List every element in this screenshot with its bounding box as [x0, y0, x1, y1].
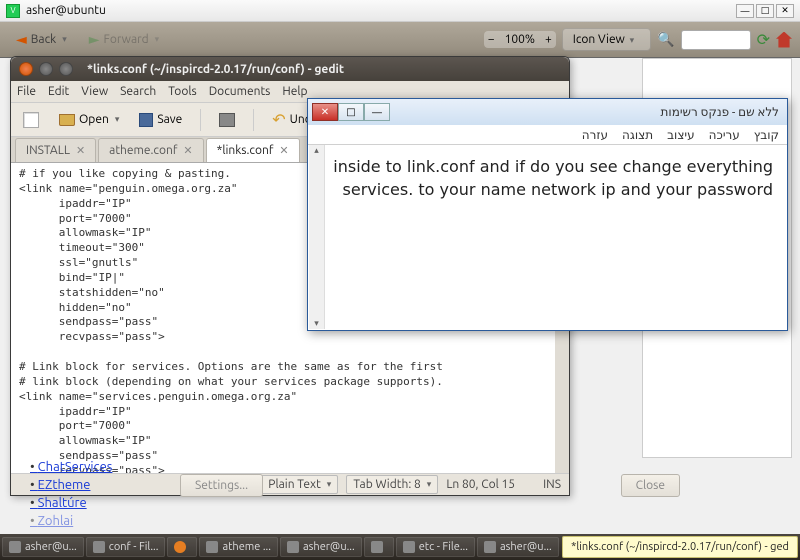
notepad-close-button[interactable]: ✕ [312, 103, 338, 121]
notepad-window: ללא שם - פנקס רשימות ✕ □ — קובץ עריכה עי… [307, 98, 788, 331]
taskbar: asher@u... conf - Fil... atheme ... ashe… [0, 534, 800, 560]
vnc-logo-icon: V [6, 4, 20, 18]
taskbar-item[interactable] [167, 537, 197, 557]
file-manager-toolbar: ◄Back▾ ►Forward▾ −100%+ Icon View ▾ 🔍 ⟳ [0, 22, 800, 58]
home-icon[interactable] [776, 32, 792, 48]
search-input[interactable] [681, 30, 751, 50]
taskbar-item[interactable]: asher@u... [2, 537, 84, 557]
menu-documents[interactable]: Documents [209, 85, 271, 98]
folder-open-icon [59, 114, 75, 126]
search-icon[interactable]: 🔍 [657, 31, 674, 48]
np-menu-edit[interactable]: עריכה [709, 128, 740, 142]
notepad-textarea[interactable]: inside to link.conf and if do you see ch… [308, 145, 787, 330]
taskbar-item[interactable]: etc - File... [396, 537, 475, 557]
vnc-minimize-button[interactable]: — [736, 4, 754, 18]
np-menu-file[interactable]: קובץ [754, 128, 779, 142]
notepad-scrollbar[interactable] [309, 145, 325, 329]
notepad-titlebar[interactable]: ללא שם - פנקס רשימות ✕ □ — [308, 99, 787, 125]
terminal-icon [287, 541, 299, 553]
save-button[interactable]: Save [133, 110, 188, 130]
tab-install[interactable]: INSTALL✕ [15, 138, 96, 162]
terminal-icon [9, 541, 21, 553]
new-file-icon [23, 112, 39, 128]
link-shalture[interactable]: Shaltúre [30, 496, 112, 510]
firefox-icon [174, 541, 186, 553]
link-chatservices[interactable]: ChatServices [30, 460, 112, 474]
menu-view[interactable]: View [81, 85, 108, 98]
dialog-buttons: Settings... Close [180, 474, 680, 497]
close-icon[interactable]: ✕ [76, 144, 85, 157]
folder-icon [93, 541, 105, 553]
view-mode-dropdown[interactable]: Icon View ▾ [562, 28, 651, 51]
taskbar-item[interactable]: asher@u... [477, 537, 559, 557]
gedit-titlebar[interactable]: *links.conf (~/inspircd-2.0.17/run/conf)… [11, 57, 569, 81]
notepad-maximize-button[interactable]: □ [338, 103, 364, 121]
notepad-menubar: קובץ עריכה עיצוב תצוגה עזרה [308, 125, 787, 145]
zoom-control[interactable]: −100%+ [484, 31, 556, 48]
save-icon [139, 113, 153, 127]
taskbar-item[interactable] [364, 537, 394, 557]
taskbar-item[interactable]: conf - Fil... [86, 537, 166, 557]
close-button[interactable]: Close [621, 474, 680, 497]
window-maximize-button[interactable] [59, 62, 73, 76]
menu-tools[interactable]: Tools [168, 85, 197, 98]
menu-search[interactable]: Search [120, 85, 156, 98]
terminal-icon [484, 541, 496, 553]
reload-icon[interactable]: ⟳ [757, 30, 770, 49]
vnc-close-button[interactable]: ✕ [776, 4, 794, 18]
app-icon [371, 541, 383, 553]
print-icon [219, 113, 235, 127]
vnc-titlebar: V asher@ubuntu — □ ✕ [0, 0, 800, 22]
notepad-title: ללא שם - פנקס רשימות [661, 105, 783, 119]
link-zohlai[interactable]: Zohlai [30, 514, 112, 528]
folder-icon [403, 541, 415, 553]
np-menu-view[interactable]: תצוגה [622, 128, 653, 142]
gedit-title: *links.conf (~/inspircd-2.0.17/run/conf)… [87, 63, 344, 76]
close-icon[interactable]: ✕ [279, 144, 288, 157]
settings-button[interactable]: Settings... [180, 474, 263, 497]
window-minimize-button[interactable] [39, 62, 53, 76]
vnc-title: asher@ubuntu [26, 4, 106, 17]
print-button[interactable] [213, 110, 241, 130]
undo-icon: ↶ [272, 110, 285, 129]
gedit-icon [206, 541, 218, 553]
menu-edit[interactable]: Edit [48, 85, 69, 98]
open-button[interactable]: Open▾ [53, 110, 125, 129]
taskbar-item[interactable]: atheme ... [199, 537, 278, 557]
new-file-button[interactable] [17, 109, 45, 131]
np-menu-help[interactable]: עזרה [582, 128, 608, 142]
tab-atheme[interactable]: atheme.conf✕ [98, 138, 203, 162]
close-icon[interactable]: ✕ [183, 144, 192, 157]
taskbar-item[interactable]: asher@u... [280, 537, 362, 557]
vnc-maximize-button[interactable]: □ [756, 4, 774, 18]
menu-help[interactable]: Help [282, 85, 307, 98]
np-menu-format[interactable]: עיצוב [667, 128, 695, 142]
taskbar-tooltip: *links.conf (~/inspircd-2.0.17/run/conf)… [562, 536, 798, 558]
window-close-button[interactable] [19, 62, 33, 76]
notepad-minimize-button[interactable]: — [364, 103, 390, 121]
link-eztheme[interactable]: EZtheme [30, 478, 112, 492]
tab-links[interactable]: *links.conf✕ [206, 138, 300, 162]
back-button[interactable]: ◄Back▾ [8, 27, 75, 52]
background-links: ChatServices EZtheme Shaltúre Zohlai [30, 460, 112, 532]
menu-file[interactable]: File [17, 85, 36, 98]
forward-button[interactable]: ►Forward▾ [81, 27, 167, 52]
